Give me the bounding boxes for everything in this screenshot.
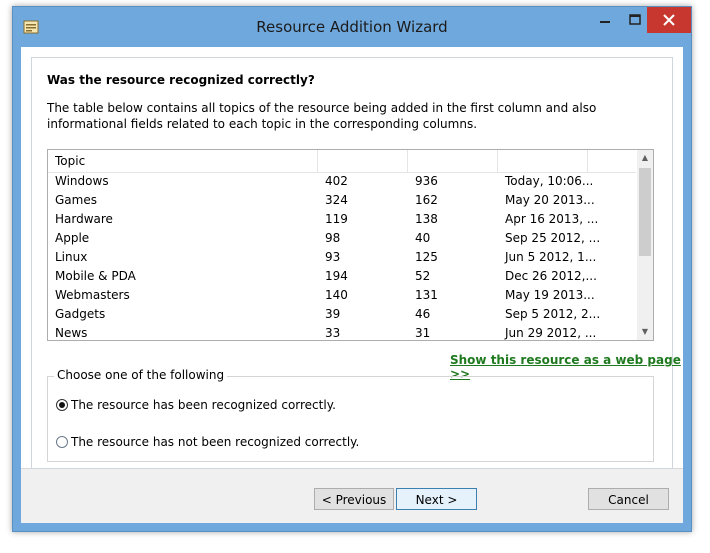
column-header-topic[interactable]: Topic [48, 150, 318, 172]
table-header: Topic [48, 150, 636, 173]
topic-cell: Hardware [55, 212, 113, 226]
maximize-button[interactable] [620, 9, 650, 31]
value-cell: 140 [325, 288, 348, 302]
choice-legend: Choose one of the following [54, 368, 228, 382]
value-cell: 93 [325, 250, 341, 264]
value-cell: 125 [415, 250, 438, 264]
radio-button-checked[interactable] [56, 398, 68, 411]
date-cell: Sep 25 2012, ... [505, 231, 600, 245]
value-cell: 162 [415, 193, 438, 207]
table-row[interactable]: Gadgets 39 46 Sep 5 2012, 2... [48, 305, 636, 324]
value-cell: 119 [325, 212, 348, 226]
topic-cell: Mobile & PDA [55, 269, 136, 283]
date-cell: Apr 16 2013, ... [505, 212, 599, 226]
close-icon [663, 14, 675, 26]
close-button[interactable] [647, 7, 691, 33]
content-panel: Was the resource recognized correctly? T… [21, 47, 683, 469]
table-row[interactable]: Hardware 119 138 Apr 16 2013, ... [48, 210, 636, 229]
table-row[interactable]: Windows 402 936 Today, 10:06... [48, 172, 636, 191]
page-description: The table below contains all topics of t… [47, 101, 597, 131]
minimize-button[interactable] [590, 9, 620, 31]
date-cell: Jun 29 2012, ... [505, 326, 597, 340]
date-cell: Dec 26 2012,... [505, 269, 597, 283]
scroll-up-arrow-icon[interactable]: ▲ [637, 150, 653, 166]
column-header-4[interactable] [498, 150, 588, 172]
table-row[interactable]: Apple 98 40 Sep 25 2012, ... [48, 229, 636, 248]
topic-cell: Gadgets [55, 307, 106, 321]
wizard-window: Resource Addition Wizard Was the resourc… [12, 6, 692, 532]
radio-label[interactable]: The resource has not been recognized cor… [71, 435, 359, 449]
value-cell: 52 [415, 269, 431, 283]
page-heading: Was the resource recognized correctly? [47, 73, 315, 87]
value-cell: 98 [325, 231, 341, 245]
table-row[interactable]: Webmasters 140 131 May 19 2013... [48, 286, 636, 305]
table-row[interactable]: News 33 31 Jun 29 2012, ... [48, 324, 636, 340]
radio-button-unchecked[interactable] [56, 435, 68, 448]
value-cell: 324 [325, 193, 348, 207]
table-row[interactable]: Mobile & PDA 194 52 Dec 26 2012,... [48, 267, 636, 286]
topic-cell: Windows [55, 174, 109, 188]
value-cell: 46 [415, 307, 431, 321]
minimize-icon [600, 21, 610, 23]
date-cell: May 19 2013... [505, 288, 595, 302]
scroll-down-arrow-icon[interactable]: ▼ [637, 324, 653, 340]
value-cell: 138 [415, 212, 438, 226]
value-cell: 40 [415, 231, 431, 245]
date-cell: Sep 5 2012, 2... [505, 307, 600, 321]
value-cell: 33 [325, 326, 341, 340]
title-bar[interactable]: Resource Addition Wizard [13, 7, 691, 47]
topic-cell: Apple [55, 231, 90, 245]
topics-table[interactable]: Topic Windows 402 936 Today, 10:06... Ga… [47, 149, 654, 341]
date-cell: Jun 5 2012, 1... [505, 250, 597, 264]
column-header-3[interactable] [408, 150, 498, 172]
table-rows: Windows 402 936 Today, 10:06... Games 32… [48, 172, 636, 340]
radio-recognized-correctly[interactable]: The resource has been recognized correct… [56, 397, 336, 412]
topic-cell: Games [55, 193, 97, 207]
date-cell: Today, 10:06... [505, 174, 594, 188]
table-row[interactable]: Games 324 162 May 20 2013... [48, 191, 636, 210]
recognition-choice-group: Choose one of the following The resource… [47, 368, 654, 462]
value-cell: 131 [415, 288, 438, 302]
previous-button[interactable]: < Previous [314, 488, 394, 510]
value-cell: 39 [325, 307, 341, 321]
value-cell: 402 [325, 174, 348, 188]
column-header-2[interactable] [318, 150, 408, 172]
cancel-button[interactable]: Cancel [588, 488, 669, 510]
scrollbar-thumb[interactable] [639, 168, 651, 256]
next-button[interactable]: Next > [396, 488, 477, 510]
table-row[interactable]: Linux 93 125 Jun 5 2012, 1... [48, 248, 636, 267]
wizard-client-area: Was the resource recognized correctly? T… [21, 47, 683, 523]
radio-label[interactable]: The resource has been recognized correct… [71, 398, 336, 412]
table-vertical-scrollbar[interactable]: ▲ ▼ [637, 150, 653, 340]
value-cell: 936 [415, 174, 438, 188]
topic-cell: Linux [55, 250, 88, 264]
topic-cell: News [55, 326, 88, 340]
value-cell: 194 [325, 269, 348, 283]
radio-not-recognized-correctly[interactable]: The resource has not been recognized cor… [56, 434, 359, 449]
value-cell: 31 [415, 326, 431, 340]
topic-cell: Webmasters [55, 288, 130, 302]
date-cell: May 20 2013... [505, 193, 595, 207]
maximize-icon [629, 14, 641, 25]
